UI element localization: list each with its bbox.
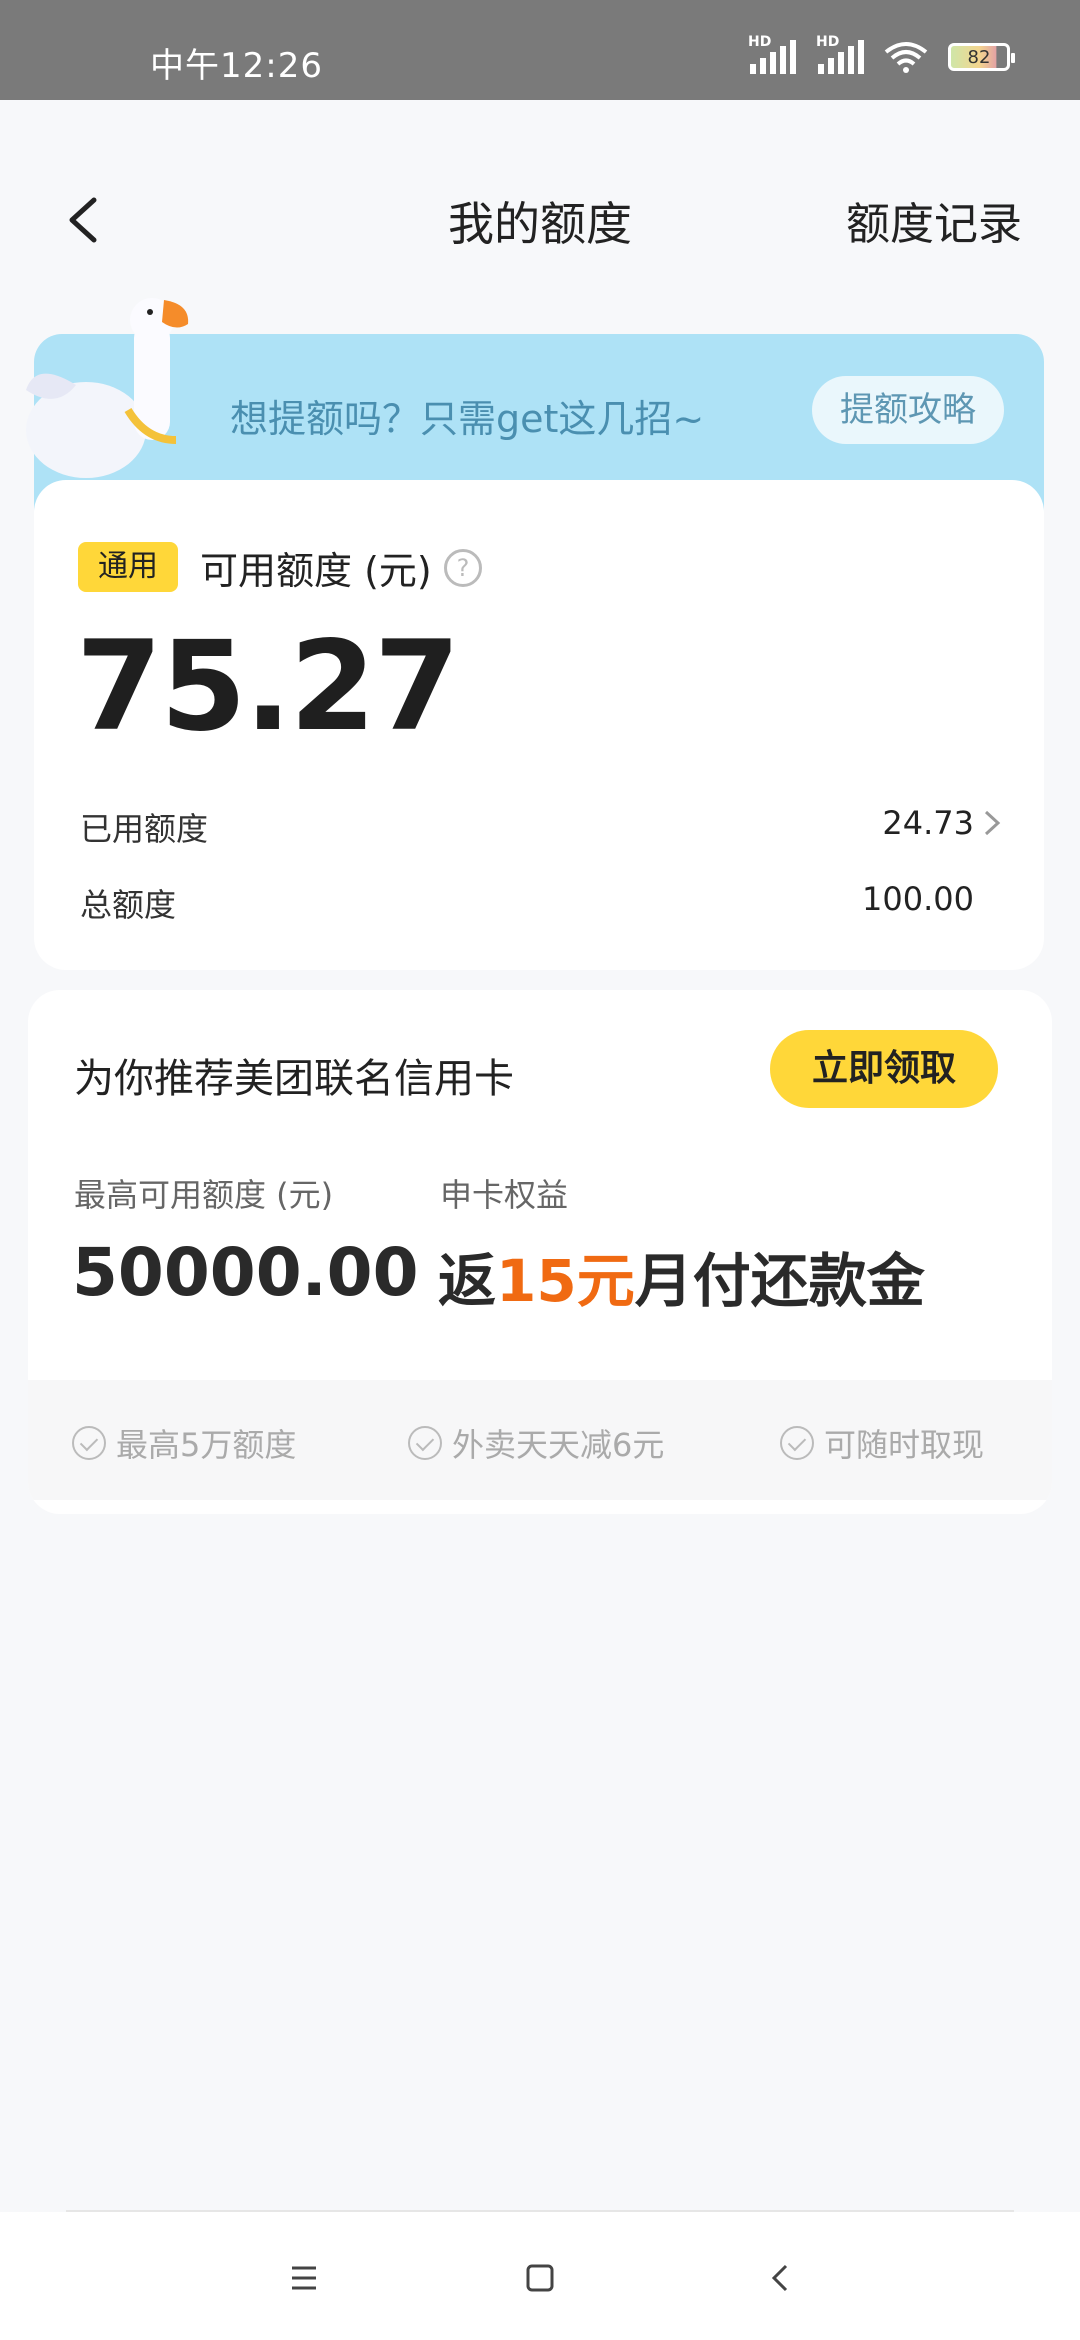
- status-bar: 中午12:26 HD HD 82: [0, 0, 1080, 100]
- limit-history-link[interactable]: 额度记录: [846, 188, 1022, 252]
- menu-icon[interactable]: [284, 2258, 324, 2298]
- used-limit-label: 已用额度: [80, 810, 209, 848]
- raise-limit-guide-button[interactable]: 提额攻略: [812, 376, 1004, 444]
- feature-label: 最高5万额度: [116, 1426, 297, 1464]
- used-limit-value[interactable]: 24.73: [882, 804, 974, 842]
- battery-level: 82: [967, 46, 991, 68]
- battery-icon: 82: [948, 43, 1015, 71]
- total-limit-label: 总额度: [80, 886, 177, 924]
- back-icon[interactable]: [760, 2258, 800, 2298]
- wifi-icon: [884, 42, 928, 73]
- signal-icon-2: HD: [816, 34, 864, 74]
- help-icon[interactable]: ?: [444, 549, 482, 587]
- nav-bar: 我的额度 额度记录: [0, 160, 1080, 280]
- feature-list: 最高5万额度 外卖天天减6元 可随时取现: [28, 1380, 1052, 1500]
- credit-summary-card: 通用 可用额度 (元) ? 75.27 已用额度 24.73 总额度 100.0…: [34, 480, 1044, 970]
- benefit-prefix: 返: [438, 1247, 497, 1315]
- signal-icon: HD: [748, 34, 796, 74]
- max-limit-value: 50000.00: [72, 1234, 419, 1311]
- general-tag: 通用: [78, 542, 178, 592]
- promo-title: 为你推荐美团联名信用卡: [74, 1056, 514, 1102]
- available-limit-value: 75.27: [76, 615, 460, 759]
- benefit-value: 返15元月付还款金: [438, 1234, 925, 1318]
- feature-item: 外卖天天减6元: [408, 1420, 664, 1466]
- benefit-label: 申卡权益: [440, 1176, 569, 1214]
- goose-mascot-icon: [26, 298, 189, 478]
- check-circle-icon: [408, 1426, 442, 1460]
- network-type-label: HD: [748, 34, 772, 50]
- total-limit-value: 100.00: [862, 880, 974, 918]
- system-nav-bar: [0, 2212, 1080, 2340]
- status-icons: HD HD 82: [748, 34, 1015, 74]
- available-limit-label: 可用额度 (元): [200, 549, 432, 593]
- network-type-label-2: HD: [816, 34, 840, 50]
- status-time: 中午12:26: [150, 46, 323, 86]
- max-limit-label: 最高可用额度 (元): [74, 1176, 334, 1214]
- chevron-right-icon[interactable]: [980, 808, 1004, 838]
- credit-card-promo: 为你推荐美团联名信用卡 立即领取 最高可用额度 (元) 申卡权益 50000.0…: [28, 990, 1052, 1514]
- benefit-highlight: 15元: [496, 1247, 635, 1315]
- check-circle-icon: [72, 1426, 106, 1460]
- claim-now-button[interactable]: 立即领取: [770, 1030, 998, 1108]
- home-square-icon[interactable]: [520, 2258, 560, 2298]
- banner-text: 想提额吗？只需get这几招~: [230, 397, 705, 441]
- feature-label: 可随时取现: [824, 1426, 985, 1464]
- feature-label: 外卖天天减6元: [452, 1426, 665, 1464]
- feature-item: 最高5万额度: [72, 1420, 296, 1466]
- benefit-suffix: 月付还款金: [634, 1247, 925, 1315]
- check-circle-icon: [780, 1426, 814, 1460]
- feature-item: 可随时取现: [780, 1420, 984, 1466]
